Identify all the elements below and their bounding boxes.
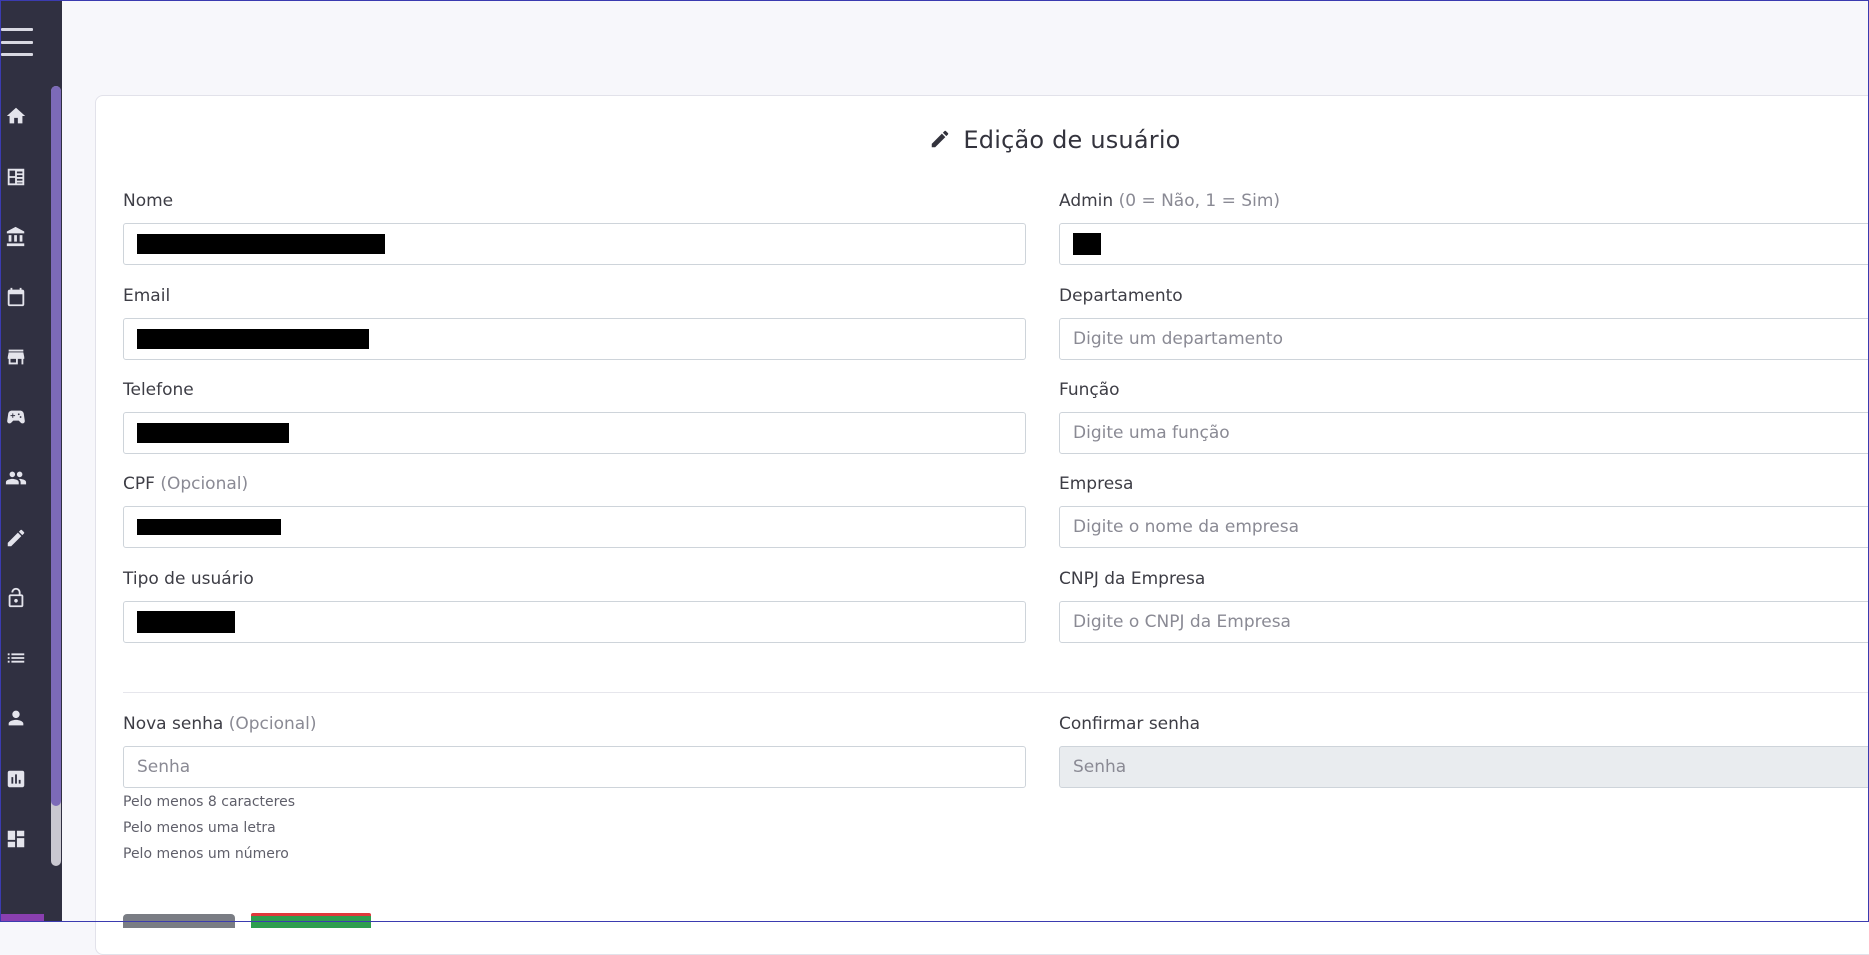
lock-open-icon[interactable] — [4, 586, 28, 610]
funcao-label: Função — [1059, 380, 1120, 400]
bank-icon[interactable] — [4, 225, 28, 249]
departamento-label: Departamento — [1059, 286, 1183, 306]
redacted-value — [137, 329, 369, 349]
list-icon[interactable] — [4, 646, 28, 670]
admin-input[interactable] — [1059, 223, 1869, 265]
nova-senha-placeholder: Senha — [137, 757, 191, 777]
menu-icon[interactable] — [1, 28, 33, 56]
empresa-placeholder: Digite o nome da empresa — [1073, 517, 1300, 537]
gamepad-icon[interactable] — [4, 405, 28, 429]
empresa-label: Empresa — [1059, 474, 1134, 494]
sidebar-scrollbar[interactable] — [51, 86, 61, 806]
calendar-icon[interactable] — [4, 285, 28, 309]
bar-chart-icon[interactable] — [4, 767, 28, 791]
page-title: Edição de usuário — [96, 126, 1869, 156]
nova-senha-input[interactable]: Senha — [123, 746, 1026, 788]
person-icon[interactable] — [4, 706, 28, 730]
email-label: Email — [123, 286, 171, 306]
departamento-placeholder: Digite um departamento — [1073, 329, 1283, 349]
redacted-value — [1073, 233, 1101, 255]
empresa-input[interactable]: Digite o nome da empresa — [1059, 506, 1869, 548]
nome-label: Nome — [123, 191, 174, 211]
page-title-text: Edição de usuário — [963, 126, 1181, 154]
departamento-input[interactable]: Digite um departamento — [1059, 318, 1869, 360]
redacted-value — [137, 611, 235, 633]
redacted-value — [137, 234, 385, 254]
cpf-label: CPF (Opcional) — [123, 474, 249, 494]
store-icon[interactable] — [4, 345, 28, 369]
section-divider — [123, 692, 1869, 693]
sidebar — [0, 0, 62, 922]
telefone-label: Telefone — [123, 380, 194, 400]
cancel-button[interactable] — [123, 914, 235, 928]
password-hint: Pelo menos um número — [123, 846, 289, 862]
tipo-usuario-label: Tipo de usuário — [123, 569, 254, 589]
cnpj-placeholder: Digite o CNPJ da Empresa — [1073, 612, 1291, 632]
confirmar-senha-placeholder: Senha — [1073, 757, 1127, 777]
confirmar-senha-input[interactable]: Senha — [1059, 746, 1869, 788]
save-button[interactable] — [251, 913, 371, 928]
sidebar-bottom-accent — [0, 914, 44, 922]
funcao-placeholder: Digite uma função — [1073, 423, 1230, 443]
telefone-input[interactable] — [123, 412, 1026, 454]
email-input[interactable] — [123, 318, 1026, 360]
dashboard-icon[interactable] — [4, 827, 28, 851]
nova-senha-label: Nova senha (Opcional) — [123, 714, 317, 734]
cpf-input[interactable] — [123, 506, 1026, 548]
group-icon[interactable] — [4, 466, 28, 490]
cnpj-label: CNPJ da Empresa — [1059, 569, 1206, 589]
confirmar-senha-label: Confirmar senha — [1059, 714, 1201, 734]
cnpj-input[interactable]: Digite o CNPJ da Empresa — [1059, 601, 1869, 643]
admin-label: Admin (0 = Não, 1 = Sim) — [1059, 191, 1281, 211]
pencil-icon[interactable] — [4, 526, 28, 550]
nome-input[interactable] — [123, 223, 1026, 265]
edit-user-card: Edição de usuário Nome Email Telefone CP… — [95, 95, 1869, 955]
home-icon[interactable] — [4, 104, 28, 128]
dashboard-list-icon[interactable] — [4, 165, 28, 189]
pencil-icon — [929, 128, 951, 156]
redacted-value — [137, 519, 281, 535]
password-hint: Pelo menos uma letra — [123, 820, 276, 836]
redacted-value — [137, 423, 289, 443]
tipo-usuario-input[interactable] — [123, 601, 1026, 643]
funcao-input[interactable]: Digite uma função — [1059, 412, 1869, 454]
password-hint: Pelo menos 8 caracteres — [123, 794, 296, 810]
